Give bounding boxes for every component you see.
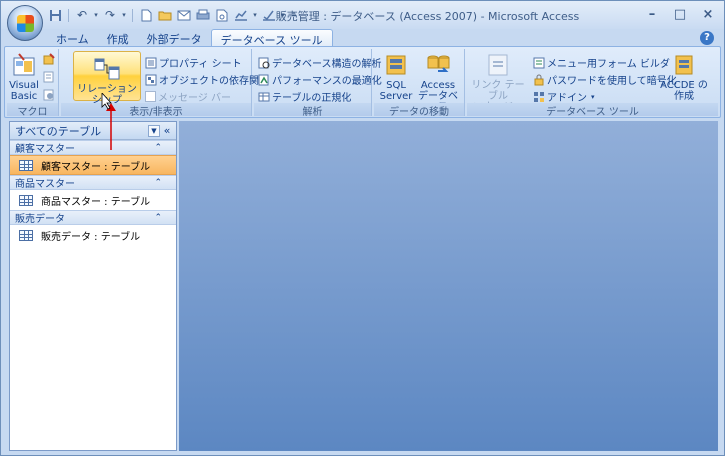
performance-icon <box>258 74 270 86</box>
nav-group-header[interactable]: 販売データ ⌃ <box>10 210 176 225</box>
encrypt-with-password-button[interactable]: パスワードを使用して暗号化 <box>533 72 677 87</box>
group-title-show-hide: 表示/非表示 <box>61 103 251 118</box>
access-database-icon <box>425 52 451 78</box>
group-database-tools: リンク テーブル マネージャ メニュー用フォーム ビルダ パスワードを使用して暗… <box>467 49 718 118</box>
macro-security-button[interactable] <box>43 89 55 101</box>
property-sheet-label: プロパティ シート <box>159 59 242 70</box>
collapse-pane-icon[interactable]: « <box>160 124 174 137</box>
nav-group-label: 顧客マスター <box>15 144 75 155</box>
object-dependencies-icon <box>145 74 157 86</box>
chevron-up-icon: ⌃ <box>154 212 162 223</box>
database-documenter-label: データベース構造の解析 <box>272 59 382 70</box>
nav-pane-header[interactable]: すべてのテーブル ▼ « <box>10 122 176 140</box>
switchboard-icon <box>533 57 545 69</box>
group-title-database-tools: データベース ツール <box>467 103 718 118</box>
database-documenter-button[interactable]: データベース構造の解析 <box>258 55 382 70</box>
table-analyze-label: テーブルの正規化 <box>272 93 352 104</box>
nav-group-header[interactable]: 顧客マスター ⌃ <box>10 140 176 155</box>
help-icon[interactable]: ? <box>700 31 714 45</box>
convert-macro-button[interactable] <box>43 71 55 83</box>
office-button[interactable] <box>7 5 43 41</box>
run-macro-button[interactable] <box>43 53 55 65</box>
switchboard-label: メニュー用フォーム ビルダ <box>547 59 670 70</box>
nav-group-label: 販売データ <box>15 214 65 225</box>
table-analyze-icon <box>258 91 270 103</box>
group-macro: Visual Basic マクロ <box>7 49 59 118</box>
tab-external-data[interactable]: 外部データ <box>138 29 211 47</box>
visual-basic-button[interactable]: Visual Basic <box>9 52 39 102</box>
document-workspace <box>179 121 718 451</box>
nav-table-item[interactable]: 商品マスター : テーブル <box>10 190 176 210</box>
close-button[interactable]: × <box>696 5 720 23</box>
object-dependencies-label: オブジェクトの依存関係 <box>159 76 269 87</box>
documenter-icon <box>258 57 270 69</box>
property-sheet-button[interactable]: プロパティ シート <box>145 55 242 70</box>
property-sheet-icon <box>145 57 157 69</box>
nav-pane-title: すべてのテーブル <box>15 124 102 138</box>
macro-icon <box>43 53 55 65</box>
chevron-down-icon: ▾ <box>591 92 595 101</box>
group-move-data: SQL Server Access データベース データの移動 <box>374 49 465 118</box>
maximize-button[interactable]: □ <box>668 5 692 23</box>
group-title-analyze: 解析 <box>254 103 371 118</box>
nav-item-label: 商品マスター : テーブル <box>41 196 151 208</box>
table-icon <box>19 194 33 206</box>
chevron-up-icon: ⌃ <box>154 142 162 153</box>
minimize-button[interactable]: – <box>640 5 664 23</box>
make-accde-label: ACCDE の 作成 <box>660 80 708 102</box>
linked-table-manager-icon <box>485 52 511 78</box>
object-dependencies-button[interactable]: オブジェクトの依存関係 <box>145 72 269 87</box>
chevron-down-icon[interactable]: ▼ <box>148 124 160 137</box>
tab-create[interactable]: 作成 <box>98 29 138 47</box>
group-title-move-data: データの移動 <box>374 103 464 118</box>
message-bar-label: メッセージ バー <box>158 93 231 104</box>
nav-group-label: 商品マスター <box>15 179 75 190</box>
visual-basic-label: Visual Basic <box>9 80 39 102</box>
lock-icon <box>533 74 545 86</box>
navigation-pane: すべてのテーブル ▼ « 顧客マスター ⌃ 顧客マスター : テーブル 商品マス… <box>9 121 177 451</box>
nav-table-item[interactable]: 販売データ : テーブル <box>10 225 176 245</box>
tab-home[interactable]: ホーム <box>47 29 98 47</box>
tab-database-tools[interactable]: データベース ツール <box>210 29 333 47</box>
addins-button[interactable]: アドイン ▾ <box>533 89 595 104</box>
sql-server-button[interactable]: SQL Server <box>378 52 414 102</box>
performance-button[interactable]: パフォーマンスの最適化 <box>258 72 382 87</box>
relationships-icon <box>94 56 120 82</box>
checkbox-icon <box>145 91 156 102</box>
make-accde-button[interactable]: ACCDE の 作成 <box>658 52 710 102</box>
message-bar-checkbox[interactable]: メッセージ バー <box>145 89 231 104</box>
visual-basic-icon <box>11 52 37 78</box>
nav-item-label: 顧客マスター : テーブル <box>41 161 151 173</box>
make-accde-icon <box>671 52 697 78</box>
addins-label: アドイン <box>547 93 587 104</box>
group-show-hide: リレーションシップ プロパティ シート オブジェクトの依存関係 メッセージ バー… <box>61 49 269 118</box>
convert-macro-icon <box>43 71 55 83</box>
window-controls: – □ × <box>640 5 720 23</box>
group-analyze: データベース構造の解析 パフォーマンスの最適化 テーブルの正規化 解析 <box>254 49 382 118</box>
switchboard-manager-button[interactable]: メニュー用フォーム ビルダ <box>533 55 670 70</box>
sql-server-icon <box>383 52 409 78</box>
office-logo-icon <box>17 15 34 32</box>
table-icon <box>19 159 33 171</box>
nav-item-label: 販売データ : テーブル <box>41 231 141 243</box>
access-window: ↶ ▾ ↷ ▾ ▾ ▾ ⩡ 販売管理: データベース (Access 2007… <box>0 0 725 456</box>
nav-table-item[interactable]: 顧客マスター : テーブル <box>10 155 176 175</box>
chevron-up-icon: ⌃ <box>154 177 162 188</box>
ribbon-tabs: ホーム 作成 外部データ データベース ツール <box>47 29 333 47</box>
table-icon <box>19 229 33 241</box>
table-analyze-button[interactable]: テーブルの正規化 <box>258 89 351 104</box>
title-bar: ↶ ▾ ↷ ▾ ▾ ▾ ⩡ 販売管理: データベース (Access 2007… <box>1 1 724 29</box>
group-title-macro: マクロ <box>7 103 58 118</box>
annotation-arrow <box>101 93 116 150</box>
macro-security-icon <box>43 89 55 101</box>
sql-server-label: SQL Server <box>379 80 413 102</box>
performance-label: パフォーマンスの最適化 <box>272 76 382 87</box>
window-title: 販売管理 : データベース (Access 2007) - Microsoft … <box>275 10 580 23</box>
addins-icon <box>533 91 545 103</box>
nav-group-header[interactable]: 商品マスター ⌃ <box>10 175 176 190</box>
